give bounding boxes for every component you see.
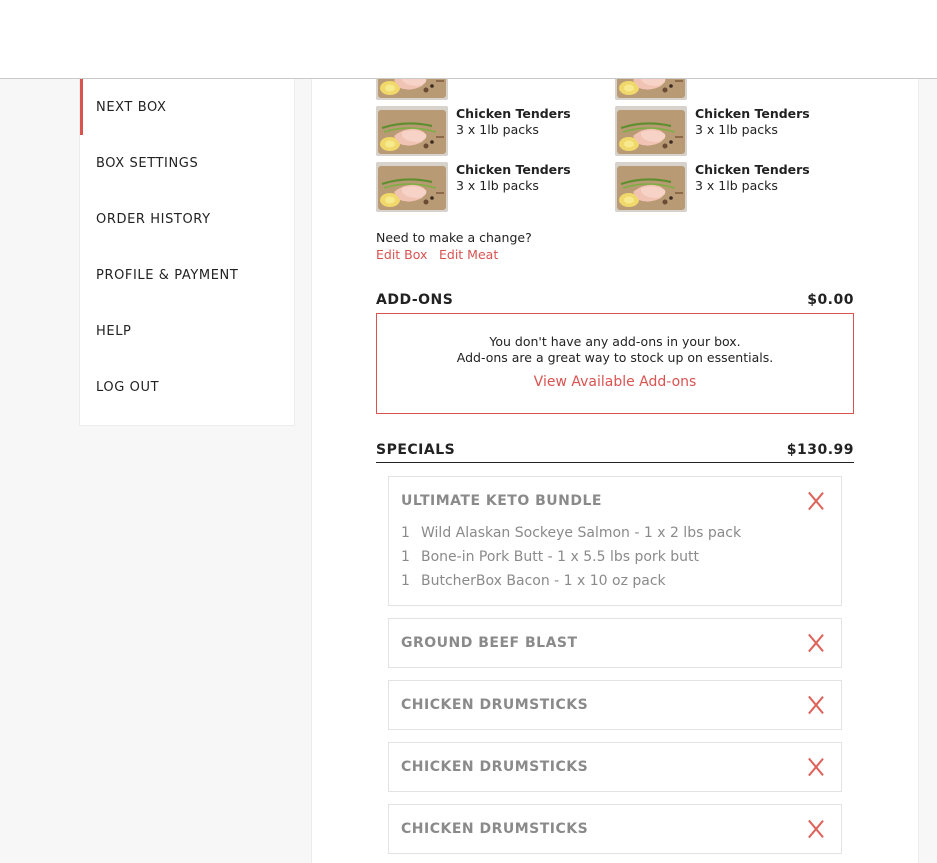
special-card: GROUND BEEF BLAST	[388, 618, 842, 668]
box-item-quantity: 3 x 1lb packs	[456, 178, 539, 193]
bundle-line-item: 1 Bone-in Pork Butt - 1 x 5.5 lbs pork bu…	[401, 549, 699, 565]
box-item: Chicken Tenders 3 x 1lb packs	[376, 106, 596, 156]
special-title: GROUND BEEF BLAST	[401, 635, 578, 651]
special-title: CHICKEN DRUMSTICKS	[401, 821, 589, 837]
box-item-name: Chicken Tenders	[695, 106, 810, 121]
special-card: CHICKEN DRUMSTICKS	[388, 680, 842, 730]
box-item-quantity: 3 x 1lb packs	[695, 122, 778, 137]
sidebar-item-order-history[interactable]: ORDER HISTORY	[80, 191, 294, 247]
sidebar-item-help[interactable]: HELP	[80, 303, 294, 359]
bundle-line-item: 1 ButcherBox Bacon - 1 x 10 oz pack	[401, 573, 666, 589]
addons-title: ADD-ONS	[376, 292, 454, 308]
view-addons-link[interactable]: View Available Add-ons	[377, 374, 853, 390]
box-item-partial	[376, 79, 596, 100]
special-card: ULTIMATE KETO BUNDLE 1 Wild Alaskan Socke…	[388, 476, 842, 606]
specials-header: SPECIALS $130.99	[376, 442, 854, 464]
chicken-tenders-image	[615, 79, 687, 100]
specials-title: SPECIALS	[376, 442, 456, 458]
addons-empty-box: You don't have any add-ons in your box. …	[376, 313, 854, 414]
box-item-quantity: 3 x 1lb packs	[695, 178, 778, 193]
special-title: CHICKEN DRUMSTICKS	[401, 697, 589, 713]
sidebar-item-log-out[interactable]: LOG OUT	[80, 359, 294, 415]
top-header-bar	[0, 0, 937, 79]
box-item-name: Chicken Tenders	[695, 162, 810, 177]
specials-amount: $130.99	[786, 442, 854, 458]
remove-special-icon[interactable]	[807, 634, 825, 652]
chicken-tenders-image	[376, 106, 448, 156]
addons-empty-hint: Add-ons are a great way to stock up on e…	[456, 350, 774, 365]
account-sidebar: NEXT BOX BOX SETTINGS ORDER HISTORY PROF…	[79, 79, 295, 426]
box-item: Chicken Tenders 3 x 1lb packs	[615, 106, 835, 156]
special-card: CHICKEN DRUMSTICKS	[388, 804, 842, 854]
special-title: ULTIMATE KETO BUNDLE	[401, 493, 602, 509]
edit-box-link[interactable]: Edit Box	[376, 247, 427, 262]
next-box-panel: Chicken Tenders 3 x 1lb packs Chicken Te…	[311, 79, 919, 863]
remove-special-icon[interactable]	[807, 820, 825, 838]
box-item: Chicken Tenders 3 x 1lb packs	[615, 162, 835, 212]
sidebar-item-box-settings[interactable]: BOX SETTINGS	[80, 135, 294, 191]
box-item-partial	[615, 79, 835, 100]
sidebar-item-profile-payment[interactable]: PROFILE & PAYMENT	[80, 247, 294, 303]
sidebar-item-next-box[interactable]: NEXT BOX	[80, 79, 294, 135]
bundle-line-item: 1 Wild Alaskan Sockeye Salmon - 1 x 2 lbs…	[401, 525, 742, 541]
chicken-tenders-image	[376, 162, 448, 212]
box-item: Chicken Tenders 3 x 1lb packs	[376, 162, 596, 212]
special-card: CHICKEN DRUMSTICKS	[388, 742, 842, 792]
remove-special-icon[interactable]	[807, 696, 825, 714]
remove-special-icon[interactable]	[807, 758, 825, 776]
chicken-tenders-image	[615, 162, 687, 212]
addons-amount: $0.00	[807, 292, 854, 308]
specials-divider	[376, 462, 854, 463]
addons-header: ADD-ONS $0.00	[376, 292, 854, 314]
special-title: CHICKEN DRUMSTICKS	[401, 759, 589, 775]
box-item-name: Chicken Tenders	[456, 106, 571, 121]
edit-meat-link[interactable]: Edit Meat	[439, 247, 498, 262]
addons-empty-message: You don't have any add-ons in your box.	[489, 334, 741, 349]
chicken-tenders-image	[615, 106, 687, 156]
remove-special-icon[interactable]	[807, 492, 825, 510]
change-prompt: Need to make a change?	[376, 230, 532, 245]
box-item-quantity: 3 x 1lb packs	[456, 122, 539, 137]
chicken-tenders-image	[376, 79, 448, 100]
box-item-name: Chicken Tenders	[456, 162, 571, 177]
